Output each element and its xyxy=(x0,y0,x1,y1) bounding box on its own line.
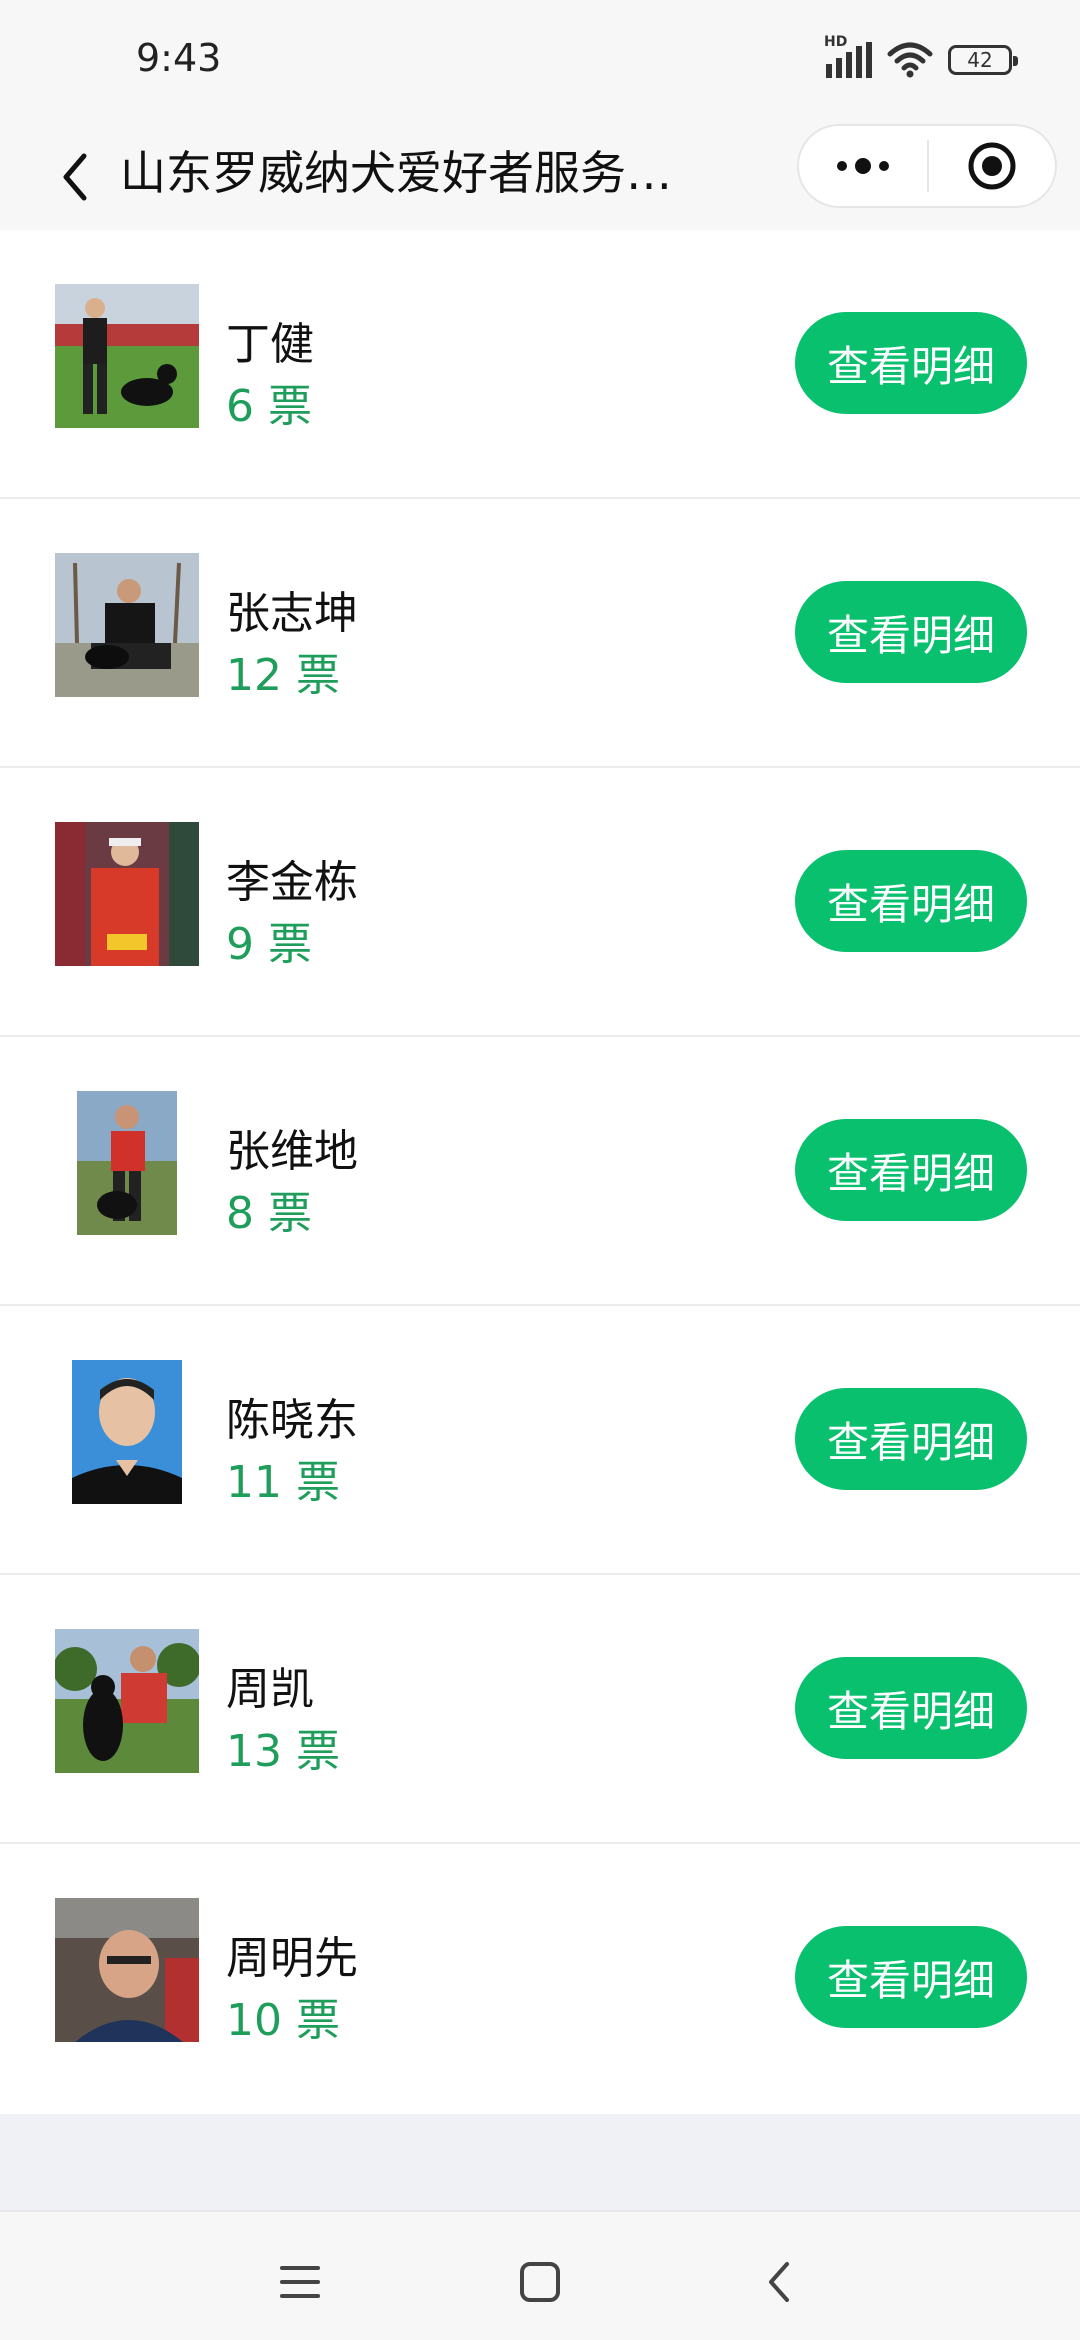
list-item: 丁健 6 票 查看明细 xyxy=(0,230,1080,499)
avatar-image xyxy=(55,1629,199,1773)
vote-count: 13 票 xyxy=(226,1726,340,1777)
vote-count: 8 票 xyxy=(226,1188,312,1239)
avatar-image xyxy=(77,1091,177,1235)
back-arrow-icon xyxy=(63,153,87,201)
avatar xyxy=(55,822,199,966)
menu-button[interactable] xyxy=(270,2252,330,2312)
more-dots-icon xyxy=(837,161,847,171)
avatar-image xyxy=(55,1898,199,2042)
back-button[interactable] xyxy=(40,142,110,212)
avatar xyxy=(55,1091,199,1235)
avatar xyxy=(55,284,199,428)
list-item: 李金栋 9 票 查看明细 xyxy=(0,768,1080,1037)
signal-icon: HD xyxy=(824,34,872,78)
status-time: 9:43 xyxy=(136,36,222,80)
wifi-icon xyxy=(886,42,934,78)
view-details-button[interactable]: 查看明细 xyxy=(795,1657,1027,1759)
navigation-bar: 山东罗威纳犬爱好者服务… xyxy=(0,120,1080,230)
close-button[interactable] xyxy=(929,140,1055,192)
system-back-button[interactable] xyxy=(750,2252,810,2312)
candidate-name: 张志坤 xyxy=(226,588,358,639)
view-details-button[interactable]: 查看明细 xyxy=(795,581,1027,683)
mini-program-capsule xyxy=(797,124,1057,208)
avatar-image xyxy=(55,284,199,428)
avatar xyxy=(55,1360,199,1504)
view-details-button[interactable]: 查看明细 xyxy=(795,1926,1027,2028)
vote-count: 10 票 xyxy=(226,1995,340,2046)
vote-count: 12 票 xyxy=(226,650,340,701)
candidate-name: 李金栋 xyxy=(226,857,358,908)
list-item: 张志坤 12 票 查看明细 xyxy=(0,499,1080,768)
avatar-image xyxy=(55,553,199,697)
menu-icon xyxy=(280,2266,320,2298)
home-icon xyxy=(520,2262,560,2302)
page-title: 山东罗威纳犬爱好者服务… xyxy=(120,146,672,200)
avatar xyxy=(55,1898,199,2042)
more-button[interactable] xyxy=(799,126,927,206)
view-details-button[interactable]: 查看明细 xyxy=(795,1119,1027,1221)
vote-count: 6 票 xyxy=(226,381,312,432)
candidate-list: 丁健 6 票 查看明细 张志坤 12 票 查看明细 李金栋 9 票 查看明细 张… xyxy=(0,230,1080,2114)
vote-count: 9 票 xyxy=(226,919,312,970)
candidate-name: 周凯 xyxy=(226,1664,314,1715)
system-navigation-bar xyxy=(0,2210,1080,2340)
avatar xyxy=(55,1629,199,1773)
view-details-button[interactable]: 查看明细 xyxy=(795,850,1027,952)
candidate-name: 丁健 xyxy=(226,319,314,370)
view-details-button[interactable]: 查看明细 xyxy=(795,1388,1027,1490)
list-item: 张维地 8 票 查看明细 xyxy=(0,1037,1080,1306)
status-icons: HD 42 xyxy=(824,34,1018,80)
avatar xyxy=(55,553,199,697)
battery-icon: 42 xyxy=(948,45,1018,75)
candidate-name: 陈晓东 xyxy=(226,1395,358,1446)
back-icon xyxy=(769,2262,789,2302)
avatar-image xyxy=(72,1360,182,1504)
home-button[interactable] xyxy=(510,2252,570,2312)
list-item: 周明先 10 票 查看明细 xyxy=(0,1844,1080,2114)
candidate-name: 张维地 xyxy=(226,1126,358,1177)
close-target-icon xyxy=(968,142,1016,190)
list-item: 周凯 13 票 查看明细 xyxy=(0,1575,1080,1844)
vote-count: 11 票 xyxy=(226,1457,340,1508)
avatar-image xyxy=(55,822,199,966)
network-type-label: HD xyxy=(824,34,848,50)
candidate-name: 周明先 xyxy=(226,1933,358,1984)
view-details-button[interactable]: 查看明细 xyxy=(795,312,1027,414)
status-bar: 9:43 HD 42 xyxy=(0,0,1080,120)
list-item: 陈晓东 11 票 查看明细 xyxy=(0,1306,1080,1575)
